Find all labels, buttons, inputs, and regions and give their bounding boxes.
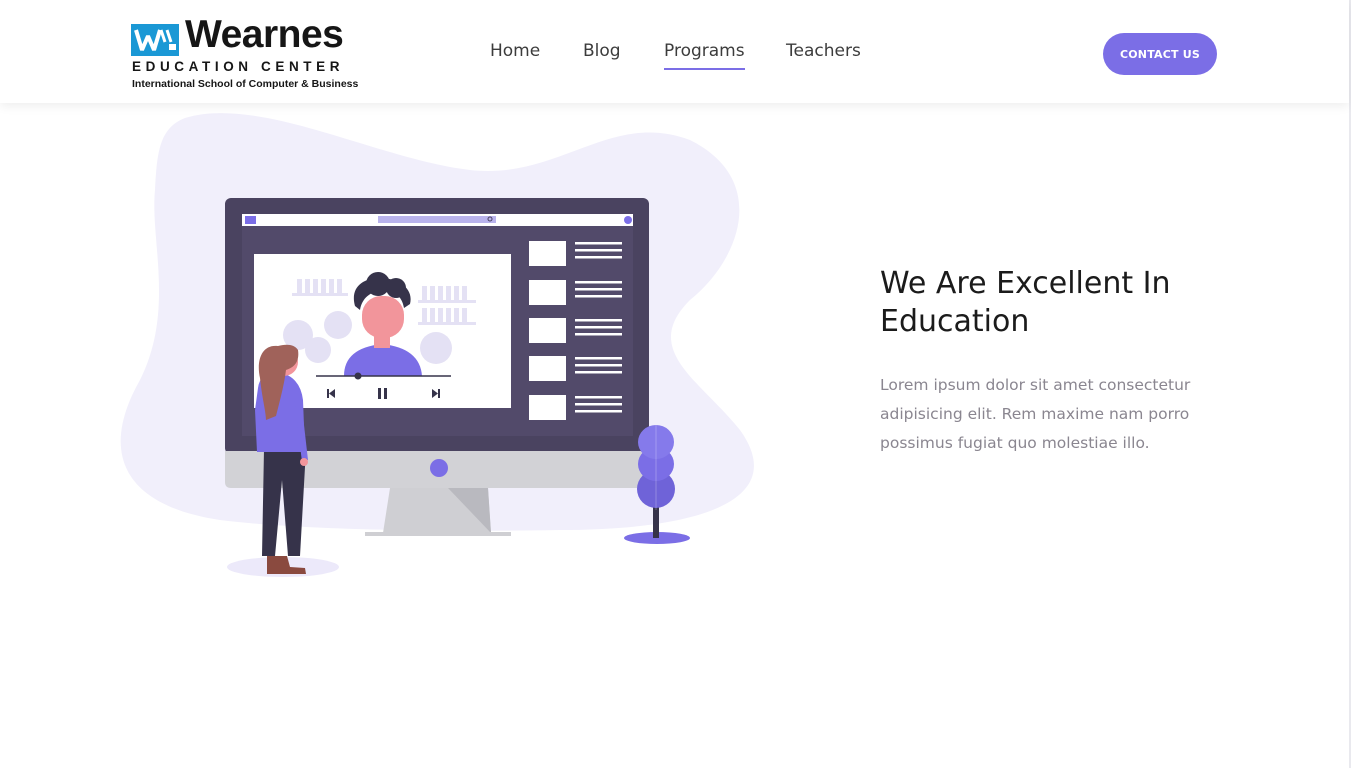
contact-us-button[interactable]: Contact Us <box>1103 33 1217 75</box>
nav-item-home[interactable]: Home <box>490 41 540 68</box>
brand-name: Wearnes <box>185 13 344 56</box>
brand-subtitle: EDUCATION CENTER <box>132 59 345 74</box>
brand-logo[interactable]: Wearnes EDUCATION CENTER International S… <box>131 15 386 92</box>
browser-search-field <box>378 216 496 223</box>
hero-title: We Are Excellent In Education <box>880 266 1171 339</box>
hero-description: Lorem ipsum dolor sit amet consectetur a… <box>880 376 1191 452</box>
hero-content: We Are Excellent In Education Lorem ipsu… <box>880 265 1210 458</box>
site-header: Wearnes EDUCATION CENTER International S… <box>0 0 1349 103</box>
nav-item-blog[interactable]: Blog <box>583 41 621 68</box>
wearnes-logo-icon <box>131 24 179 56</box>
nav-item-programs[interactable]: Programs <box>664 41 745 70</box>
power-button-icon <box>430 459 448 477</box>
nav-item-teachers[interactable]: Teachers <box>786 41 861 68</box>
monitor-base <box>365 532 511 536</box>
video-progress-handle <box>354 372 362 380</box>
brand-tagline: International School of Computer & Busin… <box>132 78 359 90</box>
